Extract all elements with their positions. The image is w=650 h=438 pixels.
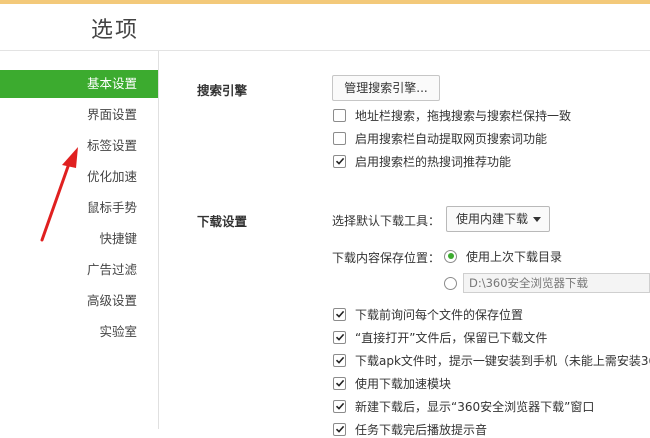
download-option-row[interactable]: 下载apk文件时，提示一键安装到手机（未能上需安装36 [333, 351, 650, 369]
download-option-label: “直接打开”文件后，保留已下载文件 [355, 330, 548, 345]
radio-last-directory[interactable]: 使用上次下载目录 [444, 247, 562, 265]
search-option-label: 启用搜索栏的热搜词推荐功能 [355, 154, 512, 169]
download-option-label: 新建下载后，显示“360安全浏览器下载”窗口 [355, 399, 595, 414]
page-title: 选项 [91, 18, 140, 43]
download-path-field[interactable]: D:\360安全浏览器下载 [463, 273, 650, 293]
search-option-row[interactable]: 地址栏搜索，拖拽搜索与搜索栏保持一致 [333, 106, 571, 124]
checkbox-checked[interactable] [333, 307, 346, 321]
checkbox-checked[interactable] [333, 330, 346, 344]
radio-last-label: 使用上次下载目录 [466, 249, 563, 264]
download-option-label: 下载apk文件时，提示一键安装到手机（未能上需安装36 [355, 353, 650, 368]
sidebar-item-ad-filter[interactable]: 广告过滤 [0, 256, 158, 284]
search-section-label: 搜索引擎 [197, 83, 248, 98]
search-option-row[interactable]: 启用搜索栏自动提取网页搜索词功能 [333, 129, 547, 147]
sidebar-item-advanced[interactable]: 高级设置 [0, 287, 158, 315]
download-option-row[interactable]: 下载前询问每个文件的保存位置 [333, 305, 523, 323]
sidebar-item-shortcuts[interactable]: 快捷键 [0, 225, 158, 253]
chevron-down-icon [533, 217, 541, 222]
download-option-row[interactable]: “直接打开”文件后，保留已下载文件 [333, 328, 547, 346]
sidebar-item-mouse-gestures[interactable]: 鼠标手势 [0, 194, 158, 222]
sidebar-item-lab[interactable]: 实验室 [0, 318, 158, 346]
sidebar-divider [158, 51, 159, 429]
download-option-row[interactable]: 使用下载加速模块 [333, 374, 451, 392]
download-option-label: 下载前询问每个文件的保存位置 [355, 307, 524, 322]
checkbox-checked[interactable] [333, 353, 346, 367]
checkbox-checked[interactable] [333, 422, 346, 436]
download-location-label: 下载内容保存位置： [332, 251, 441, 265]
download-option-row[interactable]: 新建下载后，显示“360安全浏览器下载”窗口 [333, 397, 594, 415]
download-section-label: 下载设置 [197, 214, 248, 229]
sidebar-item-basic[interactable]: 基本设置 [0, 70, 158, 98]
sidebar-item-interface[interactable]: 界面设置 [0, 101, 158, 129]
checkbox-unchecked[interactable] [333, 108, 346, 122]
download-option-label: 使用下载加速模块 [355, 376, 452, 391]
search-option-label: 地址栏搜索，拖拽搜索与搜索栏保持一致 [355, 108, 572, 123]
download-tool-label: 选择默认下载工具： [332, 214, 441, 228]
radio-selected[interactable] [444, 249, 457, 263]
sidebar-item-tabs[interactable]: 标签设置 [0, 132, 158, 160]
sidebar-item-acceleration[interactable]: 优化加速 [0, 163, 158, 191]
download-tool-value: 使用内建下载 [456, 212, 529, 226]
checkbox-checked[interactable] [333, 376, 346, 390]
search-option-row[interactable]: 启用搜索栏的热搜词推荐功能 [333, 152, 511, 170]
download-option-row[interactable]: 任务下载完后播放提示音 [333, 420, 487, 438]
checkbox-checked[interactable] [333, 399, 346, 413]
top-accent-bar [0, 0, 650, 4]
manage-search-engines-button[interactable]: 管理搜索引擎... [332, 75, 440, 101]
download-tool-select[interactable]: 使用内建下载 [446, 206, 550, 232]
checkbox-checked[interactable] [333, 154, 346, 168]
checkbox-unchecked[interactable] [333, 131, 346, 145]
radio-unselected[interactable] [444, 276, 457, 290]
search-option-label: 启用搜索栏自动提取网页搜索词功能 [355, 131, 548, 146]
download-option-label: 任务下载完后播放提示音 [355, 422, 488, 437]
